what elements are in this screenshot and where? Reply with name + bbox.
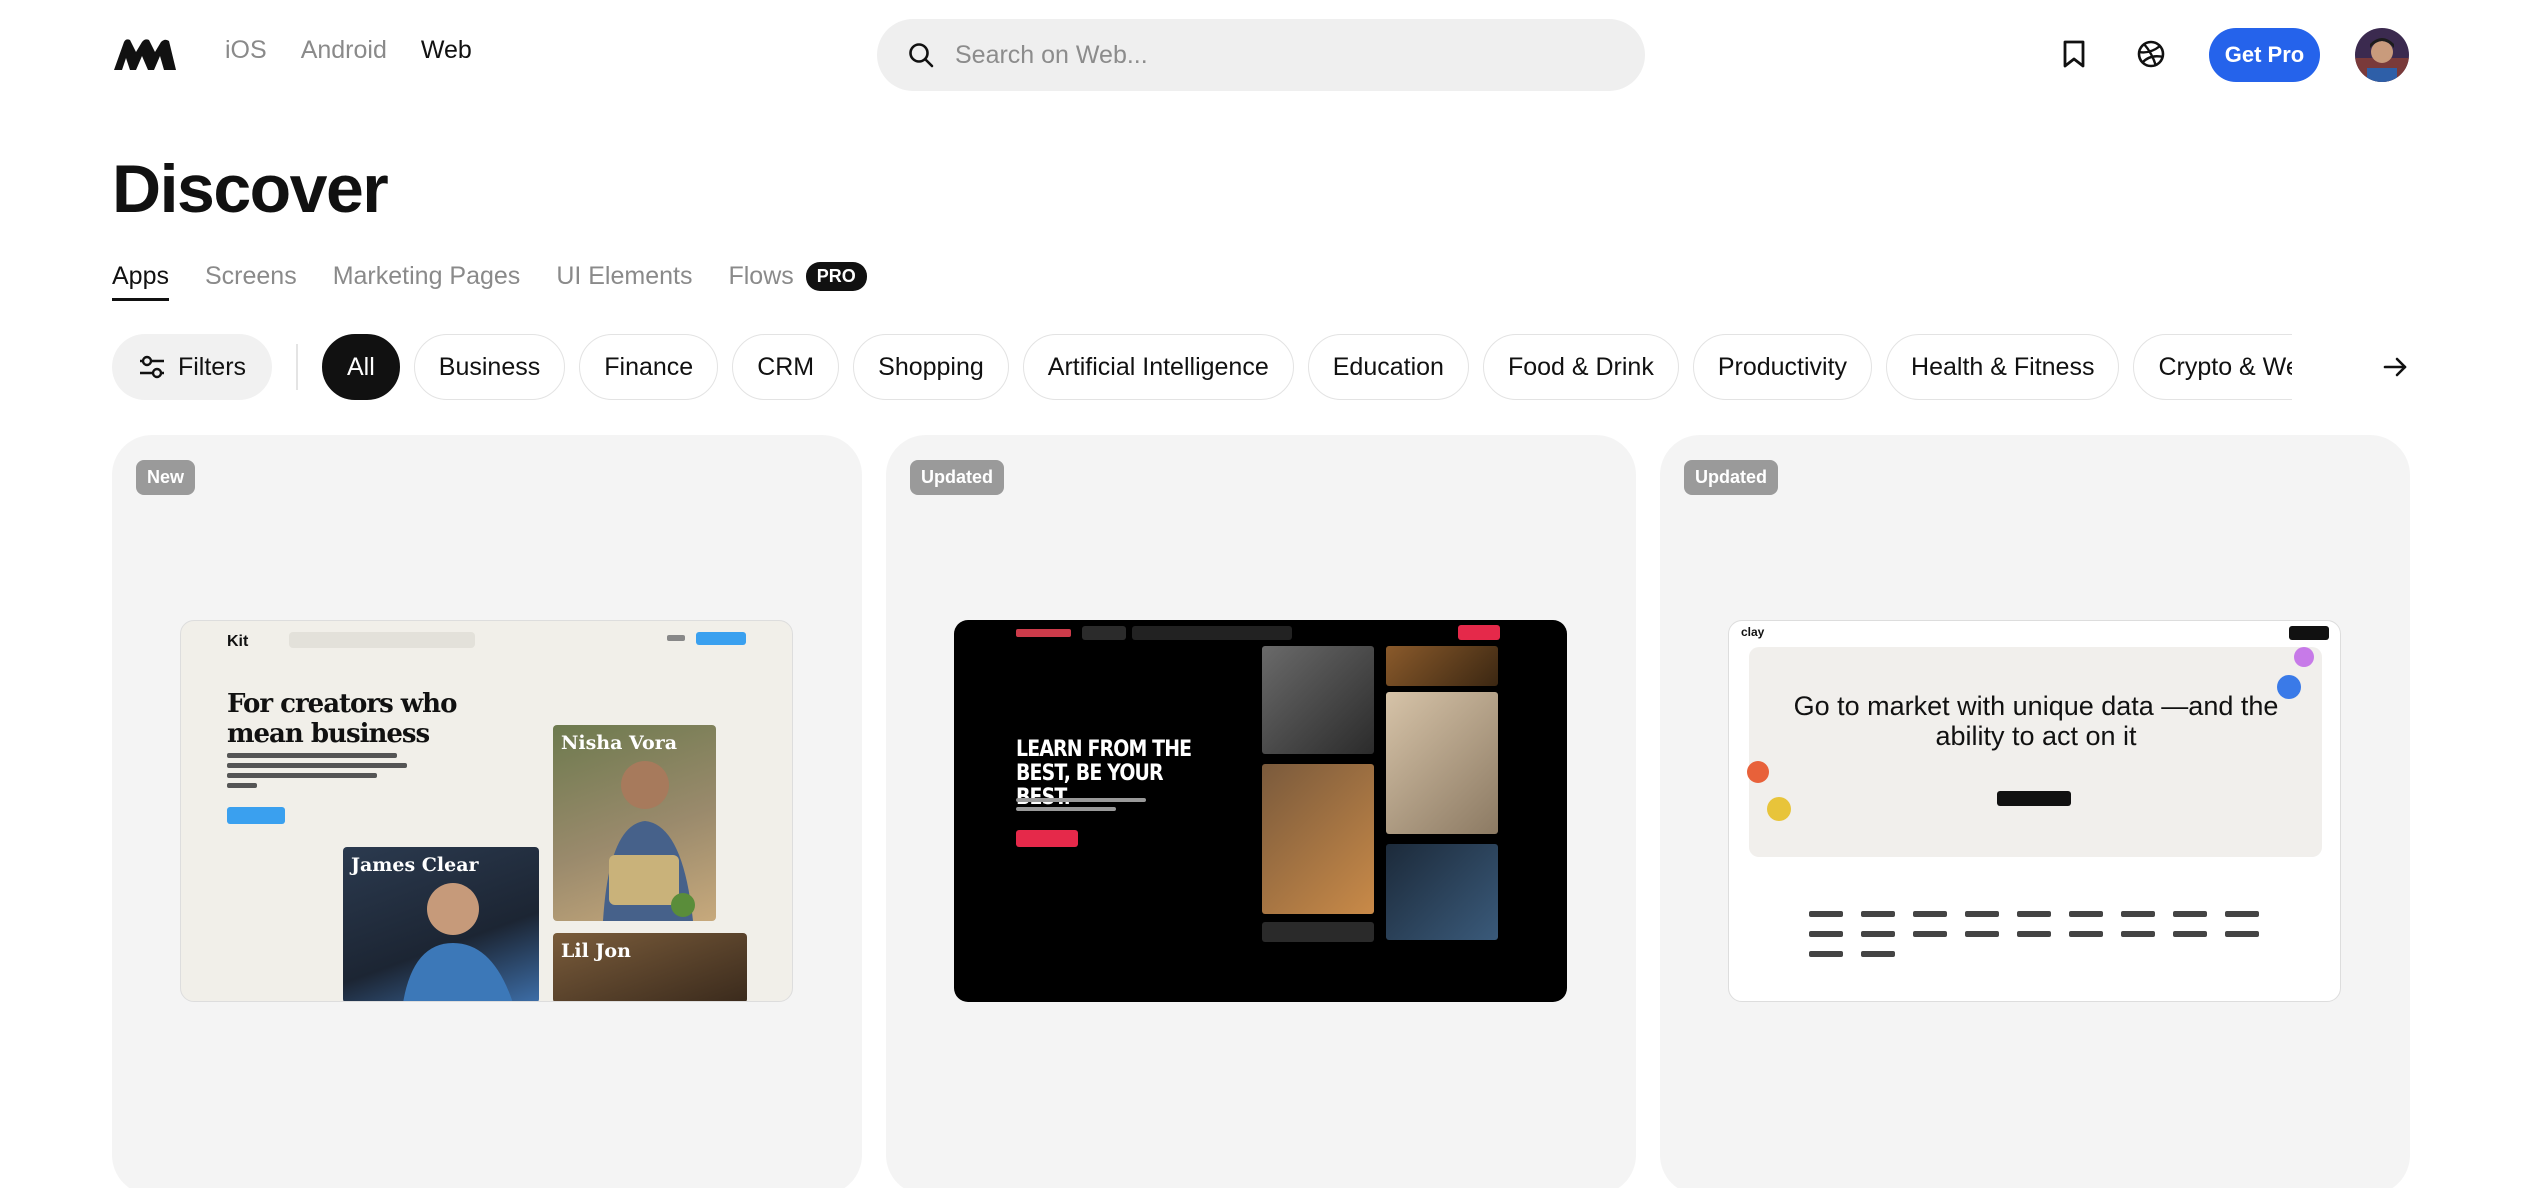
get-pro-button[interactable]: Get Pro [2209,28,2320,82]
chip-health-fitness[interactable]: Health & Fitness [1886,334,2120,400]
preview-tile [1262,922,1374,942]
category-tabs: Apps Screens Marketing Pages UI Elements… [112,262,867,301]
chip-food-drink[interactable]: Food & Drink [1482,334,1679,400]
app-card-grid: New Kit For creators who mean business J… [112,435,2410,1188]
avatar[interactable] [2355,28,2409,82]
preview-cta [227,807,285,824]
preview-customer-logos [1809,911,2269,957]
preview-person-name: James Clear [351,854,479,876]
status-badge: Updated [1684,460,1778,495]
preview-signup [2289,626,2329,640]
pro-badge: PRO [805,262,867,291]
mobbin-logo-icon[interactable] [112,38,178,72]
flower-illustration [1767,797,1791,821]
preview-tile [1386,844,1498,940]
platform-nav: iOS Android Web [225,36,472,65]
preview-person-photo: Nisha Vora [553,725,716,921]
app-preview-image: LEARN FROM THE BEST, BE YOUR BEST. [954,620,1567,1002]
chips-scroll-right-button[interactable] [2329,334,2409,400]
divider [296,344,298,390]
preview-brand: clay [1741,625,1765,639]
chip-crm[interactable]: CRM [732,334,840,400]
chip-shopping[interactable]: Shopping [853,334,1009,400]
tab-apps[interactable]: Apps [112,262,169,301]
tab-label: Screens [204,262,297,290]
category-chips: All Business Finance CRM Shopping Artifi… [322,334,2292,400]
chip-crypto-web3[interactable]: Crypto & Web3 [2133,334,2292,400]
preview-headline: Go to market with unique data —and the a… [1793,691,2279,751]
filter-row: Filters All Business Finance CRM Shoppin… [112,334,2409,400]
preview-hero [1749,647,2322,857]
bookmark-icon [2063,40,2085,68]
preview-cta [1016,830,1078,847]
preview-brand: Kit [227,633,249,650]
preview-logo [1016,629,1071,637]
app-card[interactable]: New Kit For creators who mean business J… [112,435,862,1188]
chip-business[interactable]: Business [413,334,566,400]
status-badge: Updated [910,460,1004,495]
app-preview-image: clay Go to market with unique data —and … [1728,620,2341,1002]
filters-button[interactable]: Filters [112,334,272,400]
preview-person-name: Nisha Vora [561,732,678,754]
app-card[interactable]: Updated LEARN FROM THE BEST, BE YOUR BES… [886,435,1636,1188]
preview-search [1132,626,1292,640]
filters-label: Filters [177,352,247,381]
preview-browse [1082,626,1126,640]
tab-ui-elements[interactable]: UI Elements [556,262,692,301]
flower-illustration [2277,675,2301,699]
user-avatar-icon [2355,28,2409,82]
preview-signup [1458,625,1500,640]
search-bar[interactable] [877,19,1645,91]
flower-illustration [2294,647,2314,667]
app-card[interactable]: Updated clay Go to market with unique da… [1660,435,2410,1188]
preview-person-photo: James Clear [343,847,539,1001]
tab-label: Apps [112,262,169,290]
preview-tile [1262,646,1374,754]
preview-subtext [1016,798,1156,816]
tab-flows[interactable]: Flows PRO [728,262,867,301]
tab-label: Marketing Pages [332,262,521,290]
dribbble-icon [2137,40,2165,68]
chip-all[interactable]: All [322,334,400,400]
dribbble-button[interactable] [2133,36,2169,72]
chip-education[interactable]: Education [1307,334,1469,400]
preview-tile [1386,692,1498,834]
preview-person-name: Lil Jon [561,940,631,962]
preview-nav-bar [289,632,475,648]
page-title: Discover [112,151,389,227]
app-preview-image: Kit For creators who mean business James… [180,620,793,1002]
preview-headline: For creators who mean business [227,689,457,749]
search-input[interactable] [955,40,1595,70]
chip-finance[interactable]: Finance [579,334,719,400]
search-icon [909,43,934,68]
arrow-right-icon [2383,357,2407,377]
chip-artificial-intelligence[interactable]: Artificial Intelligence [1022,334,1294,400]
saved-button[interactable] [2056,36,2092,72]
tab-label: UI Elements [556,262,693,290]
person-photo-icon [603,761,695,921]
preview-cta [1997,791,2071,806]
platform-android-link[interactable]: Android [301,36,387,65]
tab-screens[interactable]: Screens [205,262,297,301]
status-badge: New [136,460,196,495]
preview-tile [1262,764,1374,914]
preview-subtext [227,753,407,793]
tab-label: Flows [728,262,794,290]
sliders-icon [139,355,164,379]
preview-login [667,635,685,641]
preview-person-photo: Lil Jon [553,933,747,1001]
preview-start-button [696,632,746,645]
flower-illustration [1747,761,1769,783]
top-bar: iOS Android Web Get Pro [0,0,2521,110]
platform-web-link[interactable]: Web [421,36,472,65]
platform-ios-link[interactable]: iOS [225,36,267,65]
tab-marketing-pages[interactable]: Marketing Pages [333,262,521,301]
chip-productivity[interactable]: Productivity [1692,334,1873,400]
preview-tile [1386,646,1498,686]
